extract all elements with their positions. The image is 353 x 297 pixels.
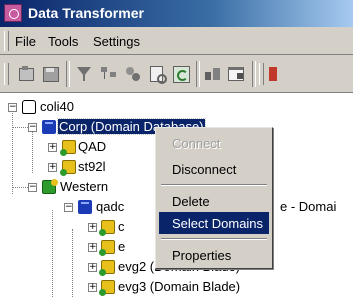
- domain-icon: [60, 140, 76, 156]
- menu-connect-label: Connect: [172, 136, 221, 151]
- toolbar-grip[interactable]: [259, 63, 264, 85]
- tree-node-label: coli40: [40, 99, 74, 114]
- collapse-icon[interactable]: −: [64, 203, 73, 212]
- collapse-icon[interactable]: −: [28, 123, 37, 132]
- tree-node-qad[interactable]: + QAD: [0, 137, 160, 157]
- save-icon[interactable]: [40, 64, 60, 84]
- tree-node-label: c: [118, 219, 125, 234]
- collapse-icon[interactable]: −: [28, 183, 37, 192]
- server-icon: [22, 100, 36, 114]
- domain-icon: [60, 160, 76, 176]
- tree-node-label: qadc: [96, 199, 125, 214]
- tree-node-evg3[interactable]: + evg3 (Domain Blade): [0, 277, 260, 297]
- menu-delete-label: Delete: [172, 194, 210, 209]
- open-icon[interactable]: [16, 64, 36, 84]
- domain-icon: [99, 280, 115, 296]
- context-menu: Connect Disconnect Delete Select Domains…: [155, 127, 273, 269]
- menu-properties[interactable]: Properties: [159, 244, 269, 266]
- toolbar-separator: [196, 61, 200, 87]
- window-title: Data Transformer: [28, 5, 144, 21]
- menu-select-domains[interactable]: Select Domains: [159, 212, 269, 234]
- transform-icon[interactable]: [123, 64, 143, 84]
- region-icon: [42, 179, 58, 194]
- database-icon: [42, 120, 56, 134]
- expand-icon[interactable]: +: [48, 143, 57, 152]
- tree-node-root[interactable]: − coli40: [0, 97, 120, 117]
- database-icon: [78, 200, 92, 214]
- tree-node-label: Western: [60, 179, 109, 194]
- menu-select-domains-label: Select Domains: [172, 216, 264, 231]
- run-icon[interactable]: [267, 64, 287, 84]
- tree-node-label-suffix: e - Domai: [280, 199, 337, 214]
- tree-node-label: e: [118, 239, 126, 254]
- domain-icon: [99, 240, 115, 256]
- tree-node-label: evg3 (Domain Blade): [118, 279, 241, 294]
- preview-icon[interactable]: [147, 64, 167, 84]
- expand-icon[interactable]: +: [88, 263, 97, 272]
- refresh-icon[interactable]: [171, 64, 191, 84]
- filter-icon[interactable]: [74, 64, 94, 84]
- menu-bar: File Tools Settings: [0, 27, 353, 55]
- collapse-icon[interactable]: −: [8, 103, 17, 112]
- menu-file[interactable]: File: [15, 34, 36, 49]
- toolbar-separator: [66, 61, 70, 87]
- tree-node-label: st92l: [78, 159, 106, 174]
- menu-disconnect[interactable]: Disconnect: [159, 158, 269, 180]
- tree-connector: [12, 127, 28, 128]
- tree-node-st92[interactable]: + st92l: [0, 157, 160, 177]
- toolbar: [0, 55, 353, 93]
- title-bar: Data Transformer: [0, 0, 353, 27]
- menu-tools[interactable]: Tools: [48, 34, 78, 49]
- expand-icon[interactable]: +: [88, 223, 97, 232]
- properties-icon[interactable]: [226, 64, 246, 84]
- menu-disconnect-label: Disconnect: [172, 162, 237, 177]
- menu-properties-label: Properties: [172, 248, 232, 263]
- menu-connect[interactable]: Connect: [159, 132, 269, 154]
- menubar-grip[interactable]: [4, 31, 9, 51]
- tree-connector: [12, 187, 28, 188]
- tree-node-child-e[interactable]: + e: [0, 237, 160, 257]
- toolbar-separator: [252, 61, 256, 87]
- app-icon: [4, 4, 22, 22]
- menu-separator: [161, 238, 267, 240]
- import-icon[interactable]: [203, 64, 223, 84]
- tree-node-child-c[interactable]: + c: [0, 217, 160, 237]
- expand-icon[interactable]: +: [48, 163, 57, 172]
- tree-node-label: QAD: [78, 139, 107, 154]
- expand-icon[interactable]: +: [88, 243, 97, 252]
- menu-separator: [161, 184, 267, 186]
- menu-delete[interactable]: Delete: [159, 190, 269, 212]
- tree-icon[interactable]: [99, 64, 119, 84]
- menu-settings[interactable]: Settings: [93, 34, 140, 49]
- expand-icon[interactable]: +: [88, 283, 97, 292]
- toolbar-grip[interactable]: [4, 63, 9, 85]
- tree-node-western[interactable]: − Western: [0, 177, 160, 197]
- domain-icon: [99, 220, 115, 236]
- domain-icon: [99, 260, 115, 276]
